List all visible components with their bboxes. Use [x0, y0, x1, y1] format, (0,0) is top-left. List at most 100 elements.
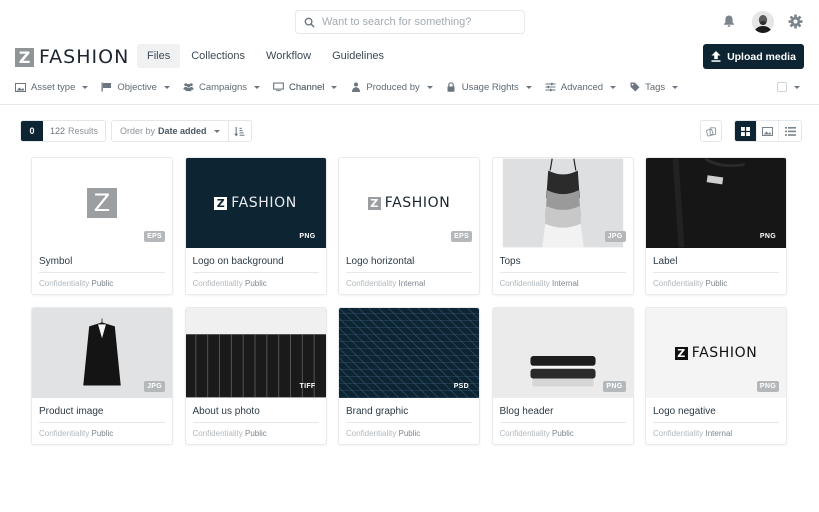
z-symbol-icon: Z: [87, 188, 117, 218]
asset-card[interactable]: Z FASHION EPS Logo horizontal Confidenti…: [338, 157, 480, 295]
confidentiality-value: Public: [91, 279, 114, 288]
asset-thumbnail: JPG: [32, 308, 172, 398]
search-input[interactable]: [322, 16, 512, 28]
asset-thumbnail: Z FASHION EPS: [339, 158, 479, 248]
z-fashion-logo: Z FASHION: [674, 345, 758, 361]
asset-card[interactable]: Z EPS Symbol Confidentiality Public: [31, 157, 173, 295]
select-all-dropdown[interactable]: [777, 82, 800, 92]
asset-meta: Confidentiality Internal: [653, 429, 733, 438]
search-icon: [304, 17, 315, 28]
image-view-button[interactable]: [757, 121, 779, 141]
filter-campaigns[interactable]: Campaigns: [183, 82, 261, 93]
asset-card[interactable]: PNG Blog header Confidentiality Public: [491, 307, 634, 445]
asset-card[interactable]: Z FASHION PNG Logo on background Confide…: [184, 157, 327, 295]
avatar[interactable]: [752, 11, 774, 33]
asset-thumbnail: PNG: [646, 158, 786, 248]
list-view-button[interactable]: [779, 121, 801, 141]
asset-thumbnail: TIFF: [185, 308, 326, 398]
filter-advanced[interactable]: Advanced: [545, 82, 617, 93]
filter-tags[interactable]: Tags: [629, 82, 679, 93]
filter-channel[interactable]: Channel: [273, 82, 338, 93]
select-all-checkbox[interactable]: [777, 82, 787, 92]
caret-down-icon: [163, 85, 170, 89]
caret-down-icon: [794, 85, 800, 89]
format-badge: PNG: [299, 233, 316, 240]
search-bar[interactable]: [295, 10, 525, 34]
asset-card[interactable]: PSD Brand graphic Confidentiality Public: [338, 307, 480, 445]
asset-meta: Confidentiality Public: [192, 429, 267, 438]
asset-title: Tops: [499, 256, 626, 273]
filter-objective[interactable]: Objective: [101, 82, 170, 93]
caret-down-icon: [213, 129, 220, 133]
logo-text: FASHION: [39, 46, 130, 68]
asset-meta: Confidentiality Public: [653, 279, 728, 288]
view-mode-switcher: [734, 120, 802, 142]
asset-title: Brand graphic: [346, 406, 472, 423]
z-fashion-logo: Z FASHION: [367, 195, 451, 211]
asset-meta: Confidentiality Public: [39, 279, 114, 288]
order-by-dropdown[interactable]: Order by Date added: [112, 121, 229, 141]
confidentiality-value: Public: [91, 429, 114, 438]
format-badge: PNG: [603, 381, 626, 392]
bell-icon[interactable]: [722, 14, 736, 28]
asset-thumbnail: Z EPS: [32, 158, 172, 248]
gear-icon[interactable]: [788, 14, 803, 29]
sort-direction-button[interactable]: [229, 121, 251, 141]
upload-icon: [711, 51, 721, 62]
results-number: 122: [50, 126, 66, 136]
confidentiality-value: Internal: [551, 279, 579, 288]
asset-title: Logo on background: [192, 256, 319, 273]
format-badge: PNG: [759, 233, 776, 240]
caret-down-icon: [254, 85, 261, 89]
caret-down-icon: [331, 85, 338, 89]
users-icon: [183, 82, 194, 92]
tab-workflow[interactable]: Workflow: [256, 44, 321, 68]
grid-view-button[interactable]: [735, 121, 757, 141]
asset-meta: Confidentiality Internal: [346, 279, 426, 288]
asset-grid: Z EPS Symbol Confidentiality Public Z FA…: [31, 157, 787, 445]
brand-logo[interactable]: Z FASHION: [15, 46, 129, 68]
confidentiality-value: Public: [705, 279, 728, 288]
lock-icon: [446, 82, 457, 92]
confidentiality-value: Public: [244, 429, 267, 438]
asset-card[interactable]: PNG Label Confidentiality Public: [645, 157, 787, 295]
upload-media-button[interactable]: Upload media: [703, 44, 804, 69]
asset-title: Symbol: [39, 256, 165, 273]
caret-down-icon: [672, 85, 679, 89]
asset-meta: Confidentiality Public: [346, 429, 421, 438]
selected-count-badge[interactable]: 0: [21, 121, 43, 141]
asset-card[interactable]: Z FASHION PNG Logo negative Confidential…: [645, 307, 787, 445]
tab-guidelines[interactable]: Guidelines: [322, 44, 394, 68]
format-badge: JPG: [604, 231, 626, 242]
asset-meta: Confidentiality Public: [39, 429, 114, 438]
asset-title: Blog header: [499, 406, 626, 423]
filter-bar: Asset type Objective Campaigns Channel P…: [15, 80, 691, 94]
confidentiality-value: Public: [244, 279, 267, 288]
order-by-value: Date added: [158, 126, 207, 136]
list-icon: [784, 126, 796, 136]
filter-produced-by[interactable]: Produced by: [350, 82, 433, 93]
filter-usage-rights[interactable]: Usage Rights: [446, 82, 532, 93]
confidentiality-value: Internal: [705, 429, 733, 438]
asset-card[interactable]: JPG Product image Confidentiality Public: [31, 307, 173, 445]
asset-card[interactable]: TIFF About us photo Confidentiality Publ…: [184, 307, 327, 445]
asset-thumbnail: PSD: [339, 308, 479, 398]
z-fashion-logo: Z FASHION: [214, 195, 297, 211]
compare-icon: [705, 126, 716, 136]
caret-down-icon: [525, 85, 532, 89]
format-badge: EPS: [144, 231, 165, 242]
asset-card[interactable]: JPG Tops Confidentiality Internal: [491, 157, 634, 295]
confidentiality-value: Internal: [398, 279, 426, 288]
tag-icon: [629, 82, 640, 92]
results-count: 122 Results: [43, 121, 105, 141]
tab-files[interactable]: Files: [137, 44, 181, 68]
upload-media-label: Upload media: [727, 50, 796, 63]
format-badge: TIFF: [299, 383, 316, 390]
image-icon: [762, 126, 773, 136]
grid-icon: [741, 126, 750, 136]
tab-collections[interactable]: Collections: [181, 44, 255, 68]
confidentiality-value: Public: [551, 429, 574, 438]
asset-thumbnail: JPG: [492, 158, 633, 248]
compare-button[interactable]: [700, 120, 722, 142]
filter-asset-type[interactable]: Asset type: [15, 82, 89, 93]
